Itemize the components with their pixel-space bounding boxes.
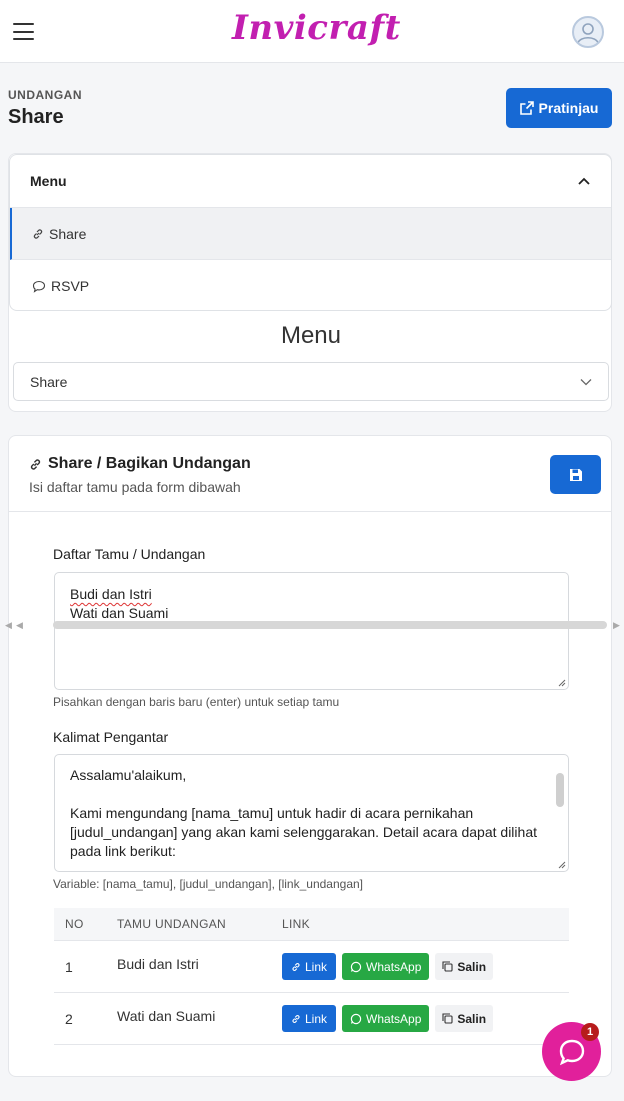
copy-button[interactable]: Salin [435, 953, 494, 980]
vertical-scrollbar[interactable] [556, 773, 564, 807]
menu-card: Menu Share RSVP Menu Share [8, 153, 612, 412]
column-header-guest: TAMU UNDANGAN [117, 917, 227, 931]
whatsapp-icon [350, 961, 362, 972]
chat-bubble-icon [559, 1039, 584, 1065]
intro-line [70, 785, 553, 804]
user-avatar-icon[interactable] [572, 16, 604, 48]
preview-button[interactable]: Pratinjau [506, 88, 612, 128]
menu-heading: Menu [30, 173, 67, 189]
whatsapp-icon [350, 1013, 362, 1024]
save-icon [569, 468, 582, 481]
chat-icon [32, 280, 46, 293]
copy-icon [442, 961, 453, 972]
intro-text-label: Kalimat Pengantar [53, 729, 169, 745]
share-title: Share / Bagikan Undangan [29, 455, 251, 473]
link-icon [292, 962, 300, 971]
share-subtitle: Isi daftar tamu pada form dibawah [29, 479, 241, 495]
resize-handle-icon[interactable] [557, 678, 566, 687]
column-header-no: NO [65, 917, 84, 931]
table-row: 1 Budi dan Istri Link WhatsApp Salin [54, 941, 569, 993]
menu-select-value: Share [30, 373, 68, 390]
share-card-header: Share / Bagikan Undangan Isi daftar tamu… [9, 436, 611, 512]
menu-item-label: RSVP [51, 278, 90, 294]
guest-list-hint: Pisahkan dengan baris baru (enter) untuk… [53, 695, 340, 709]
whatsapp-button[interactable]: WhatsApp [342, 953, 430, 980]
copy-button-label: Salin [457, 1011, 487, 1026]
open-link-button[interactable]: Link [282, 953, 337, 980]
menu-item-share[interactable]: Share [10, 208, 611, 260]
menu-item-label: Share [49, 225, 87, 242]
intro-line: Kami mengundang [nama_tamu] untuk hadir … [70, 805, 474, 821]
link-button-label: Link [305, 1011, 328, 1026]
intro-text-textarea[interactable]: Assalamu'alaikum, Kami mengundang [nama_… [54, 754, 569, 872]
column-header-link: LINK [282, 917, 310, 931]
page-title: Share [8, 106, 64, 128]
table-row: 2 Wati dan Suami Link WhatsApp Salin [54, 993, 569, 1045]
intro-text-hint: Variable: [nama_tamu], [judul_undangan],… [53, 877, 364, 891]
hamburger-menu-icon[interactable] [13, 23, 34, 40]
intro-line: Assalamu'alaikum, [70, 767, 187, 783]
save-button[interactable] [550, 455, 601, 494]
menu-select[interactable]: Share [13, 362, 609, 401]
preview-button-label: Pratinjau [538, 100, 599, 116]
guest-line: Budi dan Istri [70, 586, 152, 602]
link-button-label: Link [305, 959, 328, 974]
brand-logo[interactable]: Invicraft [232, 8, 400, 48]
top-bar: Invicraft [0, 0, 624, 63]
scroll-left-arrow-icon[interactable]: ◀ [5, 620, 12, 631]
menu-item-rsvp[interactable]: RSVP [10, 260, 611, 310]
row-guest-name: Wati dan Suami [117, 1007, 216, 1024]
row-actions: Link WhatsApp Salin [282, 953, 569, 980]
mobile-menu-title: Menu [280, 322, 342, 349]
external-link-icon [519, 101, 534, 115]
guest-list-label: Daftar Tamu / Undangan [53, 546, 206, 562]
row-number: 1 [65, 958, 73, 975]
copy-icon [442, 1013, 453, 1024]
link-icon [30, 458, 41, 470]
guest-list-textarea[interactable]: Budi dan Istri Wati dan Suami [54, 572, 569, 690]
scroll-right-arrow-icon[interactable]: ▶ [613, 620, 620, 631]
menu-accordion-toggle[interactable]: Menu [10, 155, 611, 208]
share-title-text: Share / Bagikan Undangan [48, 455, 251, 472]
row-guest-name: Budi dan Istri [117, 955, 199, 972]
row-number: 2 [65, 1010, 73, 1027]
open-link-button[interactable]: Link [282, 1005, 337, 1032]
scroll-left-arrow-icon[interactable]: ◀ [16, 620, 23, 631]
intro-line: [judul_undangan] yang akan kami selengga… [70, 824, 537, 840]
menu-accordion: Menu Share RSVP [9, 154, 612, 311]
copy-button[interactable]: Salin [435, 1005, 494, 1032]
chevron-down-icon [580, 378, 592, 385]
page-eyebrow: UNDANGAN [8, 88, 82, 102]
link-icon [33, 228, 43, 239]
intro-line: pada link berikut: [70, 843, 176, 859]
guest-table: NO TAMU UNDANGAN LINK 1 Budi dan Istri L… [54, 908, 569, 1045]
chat-notification-badge: 1 [581, 1023, 599, 1041]
whatsapp-button-label: WhatsApp [366, 959, 422, 974]
link-icon [292, 1014, 300, 1023]
whatsapp-button-label: WhatsApp [366, 1011, 422, 1026]
whatsapp-button[interactable]: WhatsApp [342, 1005, 430, 1032]
share-card: Share / Bagikan Undangan Isi daftar tamu… [5, 435, 620, 1077]
table-header: NO TAMU UNDANGAN LINK [54, 908, 569, 941]
copy-button-label: Salin [457, 959, 487, 974]
row-actions: Link WhatsApp Salin [282, 1005, 569, 1032]
chevron-up-icon [578, 177, 590, 185]
horizontal-scrollbar[interactable] [53, 621, 607, 629]
resize-handle-icon[interactable] [557, 860, 566, 869]
